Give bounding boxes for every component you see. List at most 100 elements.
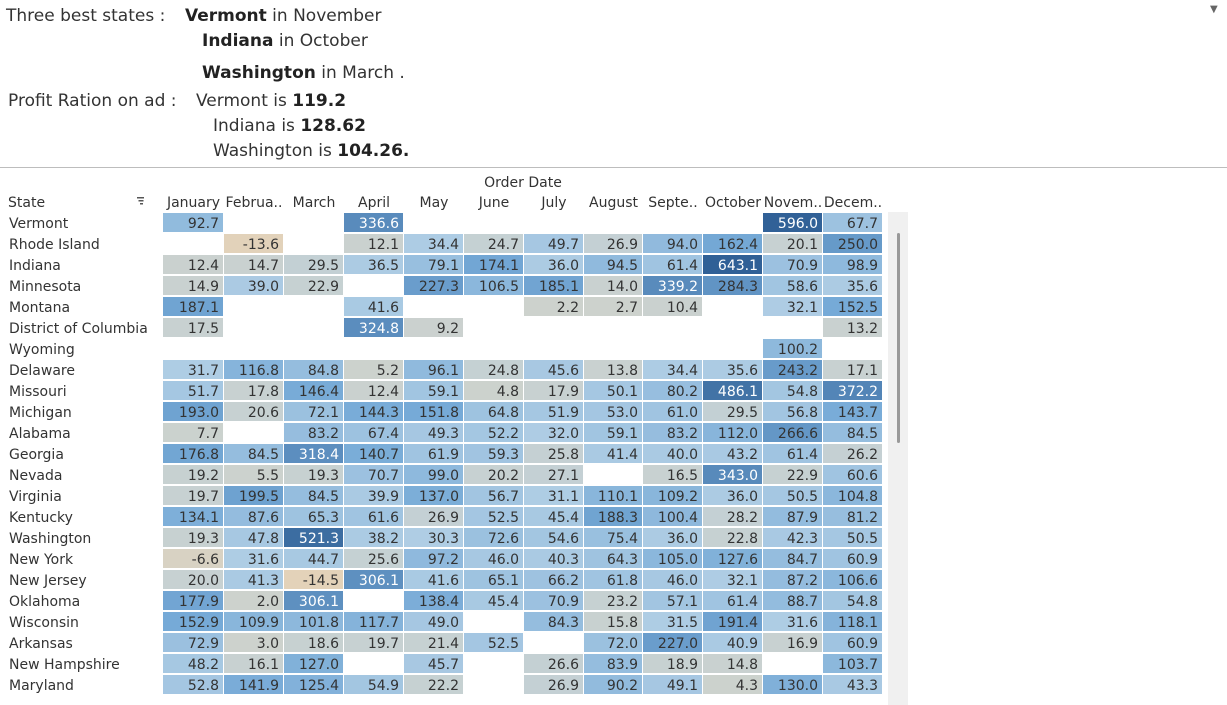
cell-value: 227.0 (658, 636, 698, 652)
cell-value: 12.1 (368, 237, 399, 253)
cell-value: 15.8 (607, 615, 638, 631)
cell-value: 22.8 (727, 531, 758, 547)
cell-value: 54.8 (847, 594, 878, 610)
cell-value: -13.6 (243, 237, 279, 253)
cell-value: 134.1 (179, 510, 219, 526)
cell-value: 306.1 (299, 594, 339, 610)
cell-value: 58.6 (787, 279, 818, 295)
row-label: New Jersey (9, 573, 87, 589)
cell-value: 117.7 (359, 615, 399, 631)
cell-value: 250.0 (838, 237, 878, 253)
cell-value: 40.3 (548, 552, 579, 568)
cell-value: 60.9 (847, 636, 878, 652)
cell-value: 41.3 (248, 573, 279, 589)
cell-value: 79.1 (428, 258, 459, 274)
cell-value: 50.1 (607, 384, 638, 400)
cell-value: 35.6 (847, 279, 878, 295)
cell-value: 43.3 (847, 678, 878, 694)
row-label: Kentucky (9, 510, 73, 526)
cell-value: 26.2 (847, 447, 878, 463)
column-label-9: Septe.. (648, 195, 697, 211)
cell-value: 53.0 (607, 405, 638, 421)
cell-value: 84.5 (248, 447, 279, 463)
cell-value: 22.9 (787, 468, 818, 484)
row-label: Missouri (9, 384, 67, 400)
cell-value: 36.0 (667, 531, 698, 547)
cell-value: 336.6 (359, 216, 399, 232)
cell-value: 20.0 (188, 573, 219, 589)
cell-value: 90.2 (607, 678, 638, 694)
cell-value: 199.5 (239, 489, 279, 505)
cell-value: 138.4 (419, 594, 459, 610)
cell-value: 4.8 (497, 384, 519, 400)
cell-value: 49.0 (428, 615, 459, 631)
cell-value: 125.4 (299, 678, 339, 694)
cell-value: 32.1 (787, 300, 818, 316)
cell-value: 106.6 (838, 573, 878, 589)
cell-value: 75.4 (607, 531, 638, 547)
cell-value: 72.0 (607, 636, 638, 652)
cell-value: 40.9 (727, 636, 758, 652)
cell-value: 88.7 (787, 594, 818, 610)
cell-value: 4.3 (736, 678, 758, 694)
cell-value: 162.4 (718, 237, 758, 253)
cell-value: 19.7 (368, 636, 399, 652)
cell-value: 109.9 (239, 615, 279, 631)
row-label: Vermont (9, 216, 69, 232)
cell-value: 39.9 (368, 489, 399, 505)
cell-value: 49.1 (667, 678, 698, 694)
chevron-down-icon[interactable]: ▼ (1210, 4, 1218, 15)
cell-value: 61.6 (368, 510, 399, 526)
cell-value: 20.6 (248, 405, 279, 421)
cell-value: 50.5 (787, 489, 818, 505)
cell-value: 13.8 (607, 363, 638, 379)
row-label: Washington (9, 531, 91, 547)
cell-value: 47.8 (248, 531, 279, 547)
cell-value: 29.5 (727, 405, 758, 421)
cell-value: 14.8 (727, 657, 758, 673)
cell-value: 19.7 (188, 489, 219, 505)
scrollbar-thumb[interactable] (897, 233, 900, 443)
cell-value: 18.6 (308, 636, 339, 652)
cell-value: 45.7 (428, 657, 459, 673)
cell-value: 34.4 (428, 237, 459, 253)
cell-value: 61.4 (667, 258, 698, 274)
cell-value: 36.0 (727, 489, 758, 505)
cell-value: 106.5 (479, 279, 519, 295)
sort-icon[interactable] (137, 197, 144, 205)
cell-value: 49.7 (548, 237, 579, 253)
cell-value: 83.2 (308, 426, 339, 442)
row-label: Nevada (9, 468, 62, 484)
row-header-title: State (8, 195, 45, 211)
cell-value: 12.4 (368, 384, 399, 400)
cell-value: 2.2 (557, 300, 579, 316)
cell-value: 16.1 (248, 657, 279, 673)
cell-value: 31.6 (787, 615, 818, 631)
cell-value: 109.2 (658, 489, 698, 505)
cell-value: 34.4 (667, 363, 698, 379)
cell-value: 35.6 (727, 363, 758, 379)
cell-value: 643.1 (718, 258, 758, 274)
cell-value: 66.2 (548, 573, 579, 589)
cell-value: 137.0 (419, 489, 459, 505)
cell-value: 14.9 (188, 279, 219, 295)
cell-value: 32.1 (727, 573, 758, 589)
cell-value: 127.0 (299, 657, 339, 673)
cell-value: 54.9 (368, 678, 399, 694)
best-state-3: Washington in March . (202, 63, 405, 83)
cell-value: 306.1 (359, 573, 399, 589)
column-label-8: August (589, 195, 639, 211)
cell-value: 96.1 (428, 363, 459, 379)
cell-value: 92.7 (188, 216, 219, 232)
column-label-6: June (478, 195, 510, 211)
cell-value: 141.9 (239, 678, 279, 694)
column-label-12: Decem.. (824, 195, 882, 211)
cell-value: 3.0 (257, 636, 279, 652)
cell-value: 49.3 (428, 426, 459, 442)
cell-value: 118.1 (838, 615, 878, 631)
column-label-4: April (358, 195, 390, 211)
cell-value: -14.5 (303, 573, 339, 589)
row-label: Maryland (9, 678, 74, 694)
cell-value: 40.0 (667, 447, 698, 463)
cell-value: 227.3 (419, 279, 459, 295)
